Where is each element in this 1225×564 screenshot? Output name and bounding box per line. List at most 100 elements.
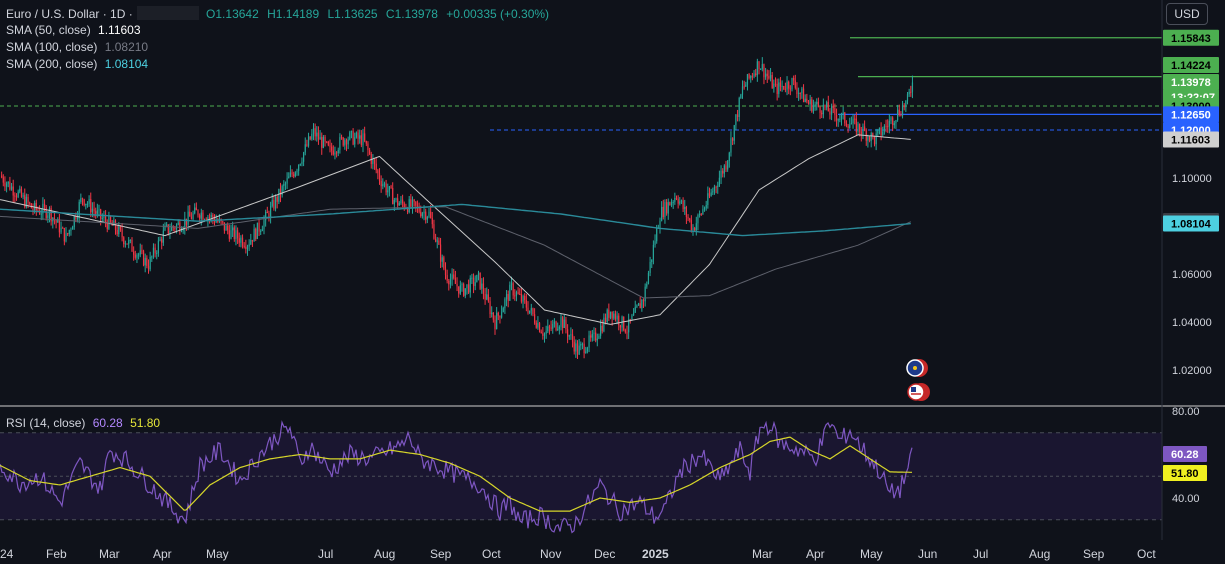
candle[interactable] — [586, 346, 588, 354]
candle[interactable] — [380, 175, 382, 193]
candle[interactable] — [637, 302, 640, 306]
candle[interactable] — [547, 319, 549, 334]
candle[interactable] — [845, 120, 848, 128]
candle[interactable] — [524, 293, 526, 304]
candle[interactable] — [702, 205, 704, 215]
candle[interactable] — [509, 281, 511, 301]
candle[interactable] — [877, 128, 879, 137]
candle[interactable] — [837, 118, 839, 127]
candle[interactable] — [799, 92, 801, 100]
candle[interactable] — [883, 124, 885, 135]
candle[interactable] — [304, 137, 306, 156]
candle[interactable] — [131, 237, 133, 252]
candle[interactable] — [410, 193, 412, 209]
rsi-value-label[interactable]: 51.80 — [1163, 465, 1207, 481]
candle[interactable] — [355, 131, 357, 139]
candle[interactable] — [768, 70, 770, 80]
candle[interactable] — [692, 224, 694, 236]
candle[interactable] — [664, 199, 666, 224]
candle[interactable] — [385, 179, 387, 196]
candle[interactable] — [458, 286, 460, 298]
candle[interactable] — [448, 279, 450, 291]
candle[interactable] — [576, 340, 579, 360]
candle[interactable] — [1, 171, 3, 179]
candle[interactable] — [529, 310, 531, 315]
candle[interactable] — [12, 179, 14, 203]
candle[interactable] — [781, 80, 783, 92]
candle[interactable] — [294, 171, 296, 178]
candle[interactable] — [560, 313, 562, 331]
price-label[interactable]: 1.12650 — [1163, 106, 1219, 123]
candle[interactable] — [908, 88, 910, 97]
legend-sma50[interactable]: SMA (50, close) 1.11603 — [6, 23, 141, 37]
candle[interactable] — [649, 256, 651, 277]
candle[interactable] — [585, 346, 587, 354]
us-flag-icon[interactable] — [907, 383, 930, 401]
candle[interactable] — [319, 130, 321, 140]
candle[interactable] — [312, 123, 315, 141]
candle[interactable] — [733, 124, 735, 145]
candle[interactable] — [725, 160, 727, 172]
candle[interactable] — [873, 135, 876, 147]
candle[interactable] — [700, 212, 702, 216]
candle[interactable] — [880, 122, 882, 141]
legend-sma200[interactable]: SMA (200, close) 1.08104 — [6, 57, 148, 71]
candle[interactable] — [791, 77, 793, 92]
candle[interactable] — [250, 233, 252, 246]
candle[interactable] — [416, 200, 419, 213]
candle[interactable] — [70, 227, 72, 236]
candle[interactable] — [905, 100, 907, 113]
candle[interactable] — [644, 283, 646, 307]
candle[interactable] — [39, 205, 41, 215]
candle[interactable] — [568, 334, 570, 340]
candle[interactable] — [897, 104, 899, 122]
candle[interactable] — [809, 94, 811, 111]
candle[interactable] — [794, 74, 796, 90]
candle[interactable] — [608, 303, 610, 321]
candle[interactable] — [761, 57, 763, 72]
candle[interactable] — [58, 214, 60, 238]
candle[interactable] — [52, 217, 54, 229]
candle[interactable] — [474, 275, 476, 291]
candle[interactable] — [906, 92, 909, 105]
candle[interactable] — [146, 255, 148, 269]
candle[interactable] — [238, 232, 240, 247]
candle[interactable] — [842, 106, 844, 120]
candle[interactable] — [243, 242, 245, 249]
candle[interactable] — [461, 282, 463, 292]
candle[interactable] — [53, 211, 56, 225]
candle[interactable] — [85, 203, 87, 210]
candle[interactable] — [699, 210, 701, 218]
candle[interactable] — [398, 201, 400, 206]
candle[interactable] — [86, 201, 89, 208]
candle[interactable] — [814, 101, 816, 111]
candle[interactable] — [530, 303, 532, 316]
candle[interactable] — [334, 146, 336, 160]
candle[interactable] — [784, 82, 786, 93]
candle[interactable] — [233, 225, 235, 242]
candle[interactable] — [129, 239, 131, 244]
candle[interactable] — [395, 197, 397, 203]
candle[interactable] — [289, 165, 291, 178]
candle[interactable] — [314, 123, 316, 141]
candle[interactable] — [670, 198, 673, 208]
candle[interactable] — [266, 206, 268, 214]
candle[interactable] — [284, 181, 287, 191]
candle[interactable] — [4, 176, 6, 191]
candle[interactable] — [19, 185, 21, 194]
candle[interactable] — [472, 273, 475, 294]
candle[interactable] — [504, 297, 506, 314]
candle[interactable] — [291, 169, 293, 178]
candle[interactable] — [489, 297, 491, 318]
candle[interactable] — [123, 236, 125, 248]
candle[interactable] — [326, 141, 328, 144]
candle[interactable] — [90, 192, 92, 218]
candle[interactable] — [672, 200, 674, 209]
candle[interactable] — [413, 198, 415, 207]
candle[interactable] — [441, 254, 443, 268]
candle[interactable] — [435, 233, 437, 243]
candle[interactable] — [778, 78, 780, 98]
candle[interactable] — [189, 205, 191, 217]
candle[interactable] — [494, 315, 496, 335]
candle[interactable] — [30, 202, 32, 209]
